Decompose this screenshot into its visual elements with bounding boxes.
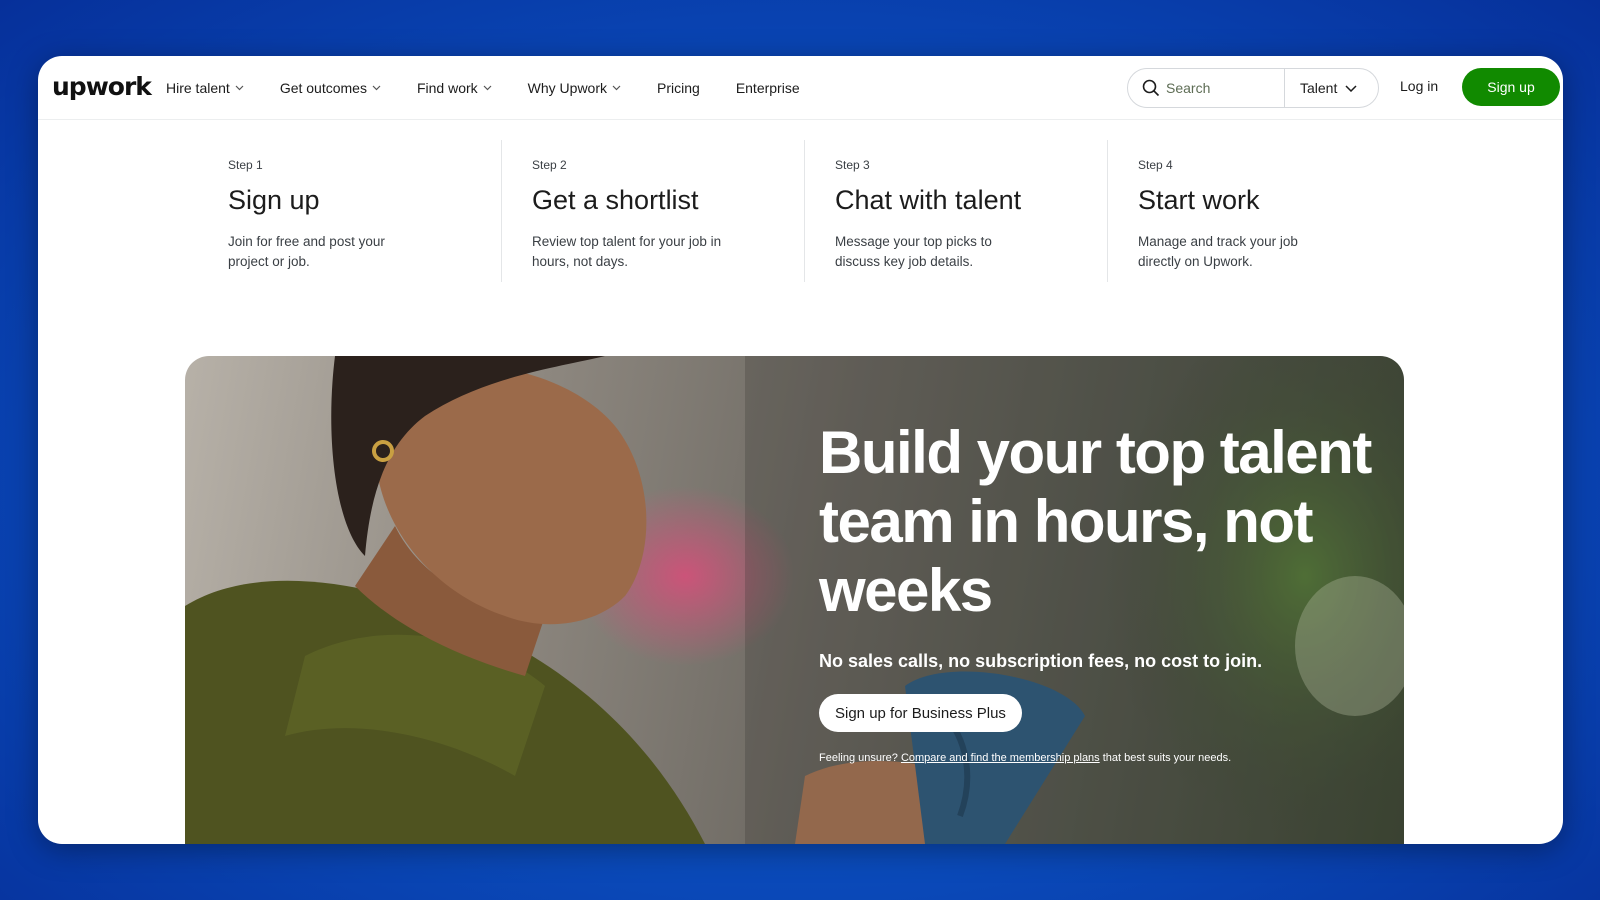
- nav-get-outcomes[interactable]: Get outcomes: [280, 80, 381, 96]
- chevron-down-icon: [372, 85, 381, 91]
- chevron-down-icon: [483, 85, 492, 91]
- upwork-logo[interactable]: upwork: [52, 72, 152, 101]
- step-card: Step 2 Get a shortlist Review top talent…: [501, 140, 804, 282]
- search-input[interactable]: [1166, 80, 1284, 96]
- nav-find-work[interactable]: Find work: [417, 80, 492, 96]
- hero-content: Build your top talent team in hours, not…: [819, 418, 1379, 764]
- step-description: Review top talent for your job in hours,…: [532, 234, 722, 269]
- step-number: Step 4: [1138, 158, 1173, 172]
- search-scope-dropdown[interactable]: Talent: [1285, 80, 1357, 96]
- step-number: Step 2: [532, 158, 567, 172]
- search-scope-label: Talent: [1300, 80, 1338, 96]
- step-card: Step 1 Sign up Join for free and post yo…: [228, 140, 501, 282]
- nav-find-work-label: Find work: [416, 80, 478, 96]
- chevron-down-icon: [612, 85, 621, 91]
- step-title: Sign up: [228, 185, 320, 215]
- login-link[interactable]: Log in: [1400, 78, 1438, 94]
- search-icon: [1142, 79, 1160, 97]
- hero-note-prefix: Feeling unsure?: [819, 752, 898, 764]
- step-number: Step 3: [835, 158, 870, 172]
- step-description: Message your top picks to discuss key jo…: [835, 234, 992, 269]
- nav-pricing[interactable]: Pricing: [657, 80, 700, 96]
- step-title: Start work: [1138, 185, 1260, 215]
- step-description: Manage and track your job directly on Up…: [1138, 234, 1298, 269]
- compare-plans-link[interactable]: Compare and find the membership plans: [901, 752, 1100, 764]
- steps-section: Step 1 Sign up Join for free and post yo…: [228, 140, 1410, 282]
- nav-why-upwork[interactable]: Why Upwork: [528, 80, 621, 96]
- business-plus-signup-button[interactable]: Sign up for Business Plus: [819, 694, 1022, 732]
- nav-links: Hire talent Get outcomes Find work Why U…: [166, 56, 836, 120]
- step-title: Get a shortlist: [532, 185, 699, 215]
- top-navigation: upwork Hire talent Get outcomes Find wor…: [38, 56, 1563, 120]
- chevron-down-icon: [235, 85, 244, 91]
- step-description: Join for free and post your project or j…: [228, 234, 385, 269]
- hero-note: Feeling unsure? Compare and find the mem…: [819, 752, 1379, 764]
- browser-page: upwork Hire talent Get outcomes Find wor…: [38, 56, 1563, 844]
- signup-button[interactable]: Sign up: [1462, 68, 1560, 106]
- hero-subtitle: No sales calls, no subscription fees, no…: [819, 651, 1263, 671]
- nav-pricing-label: Pricing: [657, 80, 700, 96]
- nav-enterprise[interactable]: Enterprise: [736, 80, 800, 96]
- step-number: Step 1: [228, 158, 263, 172]
- nav-why-upwork-label: Why Upwork: [527, 80, 608, 96]
- step-title: Chat with talent: [835, 185, 1022, 215]
- chevron-down-icon: [1345, 84, 1357, 92]
- step-card: Step 4 Start work Manage and track your …: [1107, 140, 1410, 282]
- search-bar: Talent: [1127, 68, 1379, 108]
- nav-get-outcomes-label: Get outcomes: [279, 80, 367, 96]
- nav-enterprise-label: Enterprise: [735, 80, 800, 96]
- hero-banner: Build your top talent team in hours, not…: [185, 356, 1404, 844]
- hero-title: Build your top talent team in hours, not…: [819, 419, 1372, 624]
- nav-hire-talent-label: Hire talent: [166, 80, 230, 96]
- nav-hire-talent[interactable]: Hire talent: [166, 80, 244, 96]
- hero-note-suffix: that best suits your needs.: [1102, 752, 1232, 764]
- step-card: Step 3 Chat with talent Message your top…: [804, 140, 1107, 282]
